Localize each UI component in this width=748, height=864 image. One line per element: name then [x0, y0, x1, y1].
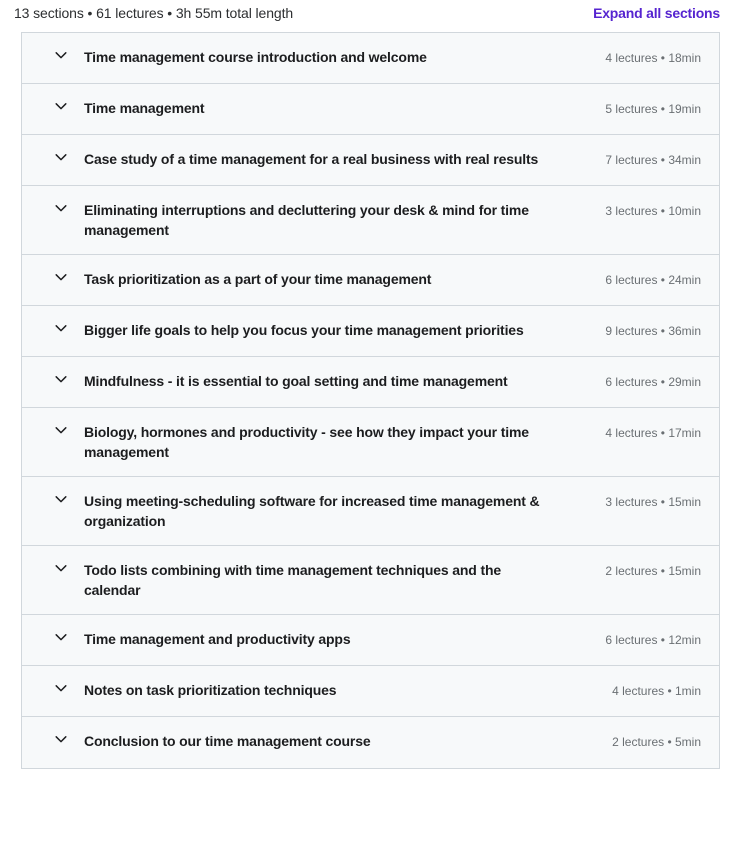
expand-all-sections-link[interactable]: Expand all sections — [593, 3, 720, 23]
curriculum-summary-bar: 13 sections • 61 lectures • 3h 55m total… — [0, 0, 748, 24]
section-row-left: Time management and productivity apps — [42, 629, 593, 650]
section-meta: 6 lectures • 12min — [605, 633, 701, 647]
chevron-down-icon[interactable] — [54, 561, 68, 581]
section-title: Time management — [84, 100, 205, 116]
section-row-left: Time management — [42, 98, 593, 119]
section-row-11[interactable]: Time management and productivity apps 6 … — [22, 615, 719, 666]
sections-list: Time management course introduction and … — [21, 32, 720, 769]
section-row-left: Todo lists combining with time managemen… — [42, 560, 593, 600]
chevron-down-icon[interactable] — [54, 270, 68, 290]
section-title: Bigger life goals to help you focus your… — [84, 322, 524, 338]
chevron-down-icon[interactable] — [54, 201, 68, 221]
section-row-left: Conclusion to our time management course — [42, 731, 600, 752]
section-meta: 4 lectures • 18min — [605, 51, 701, 65]
section-title: Notes on task prioritization techniques — [84, 682, 337, 698]
section-meta: 5 lectures • 19min — [605, 102, 701, 116]
section-row-3[interactable]: Case study of a time management for a re… — [22, 135, 719, 186]
chevron-down-icon[interactable] — [54, 630, 68, 650]
section-meta: 2 lectures • 15min — [605, 564, 701, 578]
section-meta: 3 lectures • 10min — [605, 204, 701, 218]
section-row-left: Eliminating interruptions and declutteri… — [42, 200, 593, 240]
section-meta: 2 lectures • 5min — [612, 735, 701, 749]
section-title: Conclusion to our time management course — [84, 733, 371, 749]
section-title: Biology, hormones and productivity - see… — [84, 424, 529, 460]
section-row-8[interactable]: Biology, hormones and productivity - see… — [22, 408, 719, 477]
section-title: Task prioritization as a part of your ti… — [84, 271, 432, 287]
section-row-left: Notes on task prioritization techniques — [42, 680, 600, 701]
section-title: Time management and productivity apps — [84, 631, 351, 647]
section-row-7[interactable]: Mindfulness - it is essential to goal se… — [22, 357, 719, 408]
section-row-left: Case study of a time management for a re… — [42, 149, 593, 170]
section-row-1[interactable]: Time management course introduction and … — [22, 33, 719, 84]
section-meta: 3 lectures • 15min — [605, 495, 701, 509]
section-meta: 6 lectures • 29min — [605, 375, 701, 389]
chevron-down-icon[interactable] — [54, 492, 68, 512]
section-row-left: Using meeting-scheduling software for in… — [42, 491, 593, 531]
section-row-left: Time management course introduction and … — [42, 47, 593, 68]
chevron-down-icon[interactable] — [54, 423, 68, 443]
chevron-down-icon[interactable] — [54, 372, 68, 392]
section-title: Using meeting-scheduling software for in… — [84, 493, 540, 529]
section-meta: 9 lectures • 36min — [605, 324, 701, 338]
section-title: Todo lists combining with time managemen… — [84, 562, 502, 598]
chevron-down-icon[interactable] — [54, 48, 68, 68]
section-meta: 7 lectures • 34min — [605, 153, 701, 167]
section-row-9[interactable]: Using meeting-scheduling software for in… — [22, 477, 719, 546]
section-meta: 4 lectures • 1min — [612, 684, 701, 698]
section-row-left: Biology, hormones and productivity - see… — [42, 422, 593, 462]
section-row-left: Bigger life goals to help you focus your… — [42, 320, 593, 341]
section-meta: 6 lectures • 24min — [605, 273, 701, 287]
chevron-down-icon[interactable] — [54, 681, 68, 701]
chevron-down-icon[interactable] — [54, 732, 68, 752]
curriculum-summary-text: 13 sections • 61 lectures • 3h 55m total… — [14, 5, 294, 21]
section-row-4[interactable]: Eliminating interruptions and declutteri… — [22, 186, 719, 255]
chevron-down-icon[interactable] — [54, 150, 68, 170]
section-title: Time management course introduction and … — [84, 49, 427, 65]
chevron-down-icon[interactable] — [54, 99, 68, 119]
section-title: Mindfulness - it is essential to goal se… — [84, 373, 508, 389]
section-row-12[interactable]: Notes on task prioritization techniques … — [22, 666, 719, 717]
section-row-2[interactable]: Time management 5 lectures • 19min — [22, 84, 719, 135]
section-row-10[interactable]: Todo lists combining with time managemen… — [22, 546, 719, 615]
chevron-down-icon[interactable] — [54, 321, 68, 341]
section-title: Case study of a time management for a re… — [84, 151, 539, 167]
section-row-13[interactable]: Conclusion to our time management course… — [22, 717, 719, 768]
section-meta: 4 lectures • 17min — [605, 426, 701, 440]
section-row-5[interactable]: Task prioritization as a part of your ti… — [22, 255, 719, 306]
section-row-left: Task prioritization as a part of your ti… — [42, 269, 593, 290]
course-curriculum: 13 sections • 61 lectures • 3h 55m total… — [0, 0, 748, 769]
section-title: Eliminating interruptions and declutteri… — [84, 202, 529, 238]
section-row-left: Mindfulness - it is essential to goal se… — [42, 371, 593, 392]
section-row-6[interactable]: Bigger life goals to help you focus your… — [22, 306, 719, 357]
